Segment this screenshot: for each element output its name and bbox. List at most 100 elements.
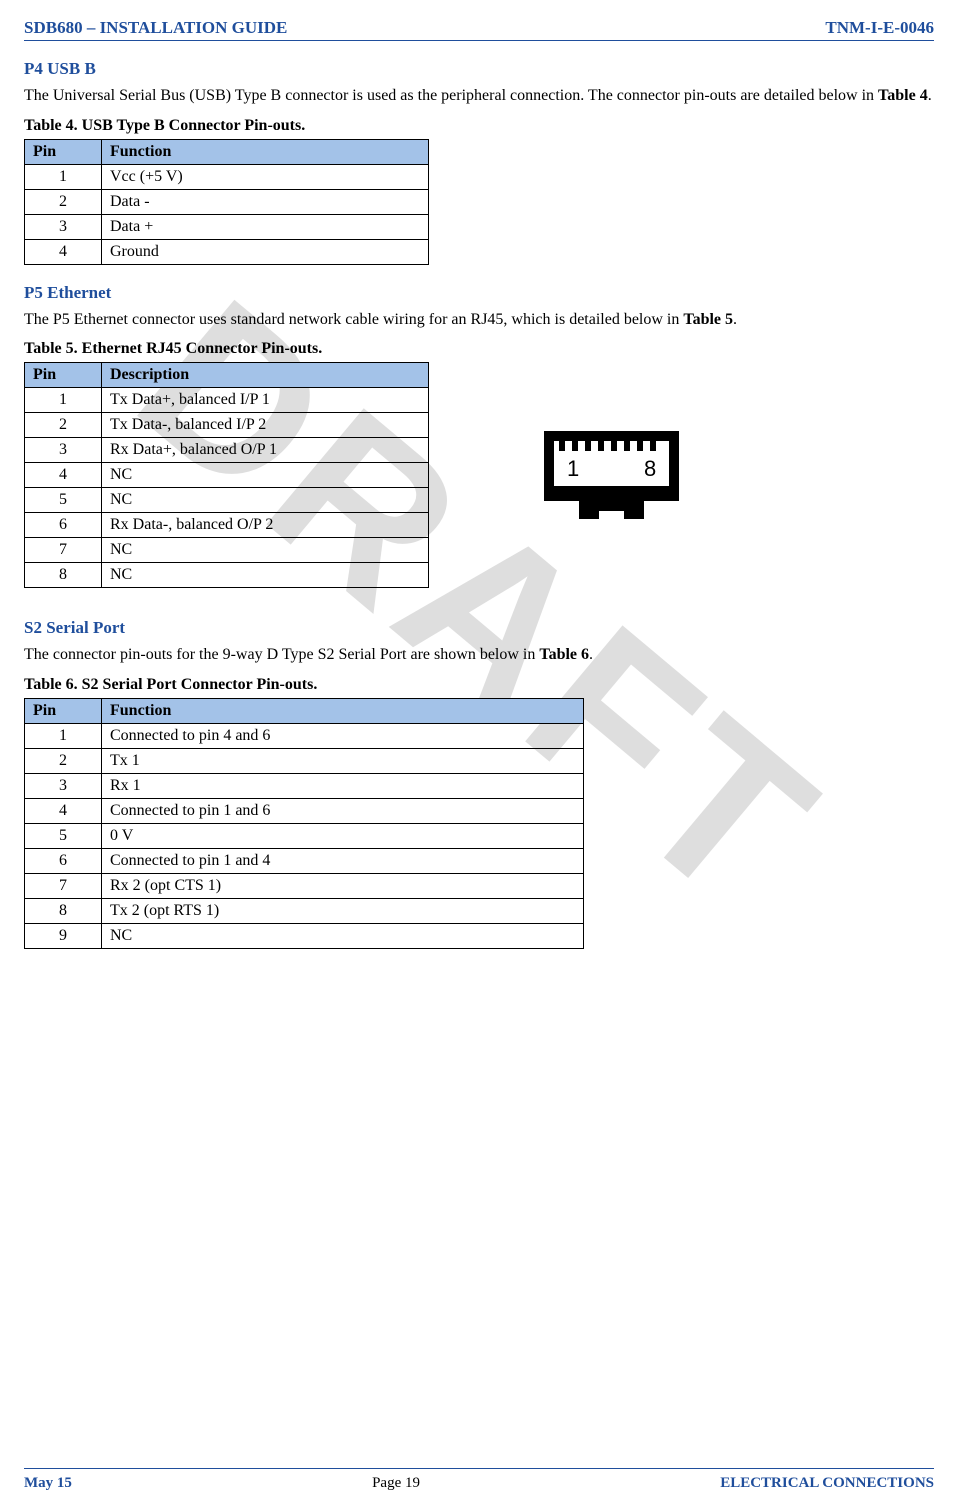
table-row: 1Connected to pin 4 and 6 [25, 723, 584, 748]
pin-cell: 2 [25, 189, 102, 214]
table-row: 6Connected to pin 1 and 4 [25, 848, 584, 873]
pin-cell: 7 [25, 538, 102, 563]
pin-cell: 3 [25, 438, 102, 463]
function-cell: Tx 1 [102, 748, 584, 773]
function-cell: Connected to pin 4 and 6 [102, 723, 584, 748]
pin-cell: 4 [25, 463, 102, 488]
pin-cell: 8 [25, 898, 102, 923]
table6: Pin Function 1Connected to pin 4 and 62T… [24, 698, 584, 949]
function-cell: Tx Data+, balanced I/P 1 [102, 388, 429, 413]
table-row: 6Rx Data-, balanced O/P 2 [25, 513, 429, 538]
table-row: 9NC [25, 923, 584, 948]
function-cell: Rx 2 (opt CTS 1) [102, 873, 584, 898]
pin-cell: 3 [25, 773, 102, 798]
footer-right: ELECTRICAL CONNECTIONS [720, 1475, 934, 1492]
function-cell: NC [102, 488, 429, 513]
table-row: 1Tx Data+, balanced I/P 1 [25, 388, 429, 413]
function-cell: Rx Data+, balanced O/P 1 [102, 438, 429, 463]
table6-body: 1Connected to pin 4 and 62Tx 13Rx 14Conn… [25, 723, 584, 948]
table-row: 1Vcc (+5 V) [25, 164, 429, 189]
pin-cell: 2 [25, 413, 102, 438]
rj45-connector-icon: 1 8 [539, 426, 684, 536]
text: . [733, 311, 737, 328]
function-cell: Rx Data-, balanced O/P 2 [102, 513, 429, 538]
section-eth-para: The P5 Ethernet connector uses standard … [24, 309, 934, 331]
table4: Pin Function 1Vcc (+5 V)2Data -3Data +4G… [24, 139, 429, 265]
section-heading-usb: P4 USB B [24, 59, 934, 79]
text: . [928, 87, 932, 104]
pin-cell: 1 [25, 388, 102, 413]
section-serial-para: The connector pin-outs for the 9-way D T… [24, 644, 934, 666]
text: The Universal Serial Bus (USB) Type B co… [24, 87, 878, 104]
table5: Pin Description 1Tx Data+, balanced I/P … [24, 362, 429, 588]
function-cell: Connected to pin 1 and 4 [102, 848, 584, 873]
table-ref-4: Table 4 [878, 87, 928, 104]
table-row: 4Ground [25, 239, 429, 264]
text: . [589, 646, 593, 663]
pin-cell: 1 [25, 723, 102, 748]
section-heading-ethernet: P5 Ethernet [24, 283, 934, 303]
pin-cell: 6 [25, 848, 102, 873]
table6-head-func: Function [102, 698, 584, 723]
function-cell: Data + [102, 214, 429, 239]
function-cell: NC [102, 563, 429, 588]
function-cell: Tx Data-, balanced I/P 2 [102, 413, 429, 438]
table4-head-pin: Pin [25, 139, 102, 164]
table-row: 3Data + [25, 214, 429, 239]
table6-caption: Table 6. S2 Serial Port Connector Pin-ou… [24, 676, 934, 694]
function-cell: NC [102, 923, 584, 948]
section-usb-para: The Universal Serial Bus (USB) Type B co… [24, 85, 934, 107]
svg-text:8: 8 [644, 456, 656, 481]
text: The connector pin-outs for the 9-way D T… [24, 646, 539, 663]
table5-head-func: Description [102, 363, 429, 388]
pin-cell: 3 [25, 214, 102, 239]
pin-cell: 5 [25, 823, 102, 848]
function-cell: Rx 1 [102, 773, 584, 798]
pin-cell: 1 [25, 164, 102, 189]
table-row: 7NC [25, 538, 429, 563]
table-ref-5: Table 5 [683, 311, 733, 328]
table-row: 8NC [25, 563, 429, 588]
pin-cell: 4 [25, 798, 102, 823]
page-header: SDB680 – INSTALLATION GUIDE TNM-I-E-0046 [24, 18, 934, 41]
function-cell: Tx 2 (opt RTS 1) [102, 898, 584, 923]
table-row: 4NC [25, 463, 429, 488]
header-right: TNM-I-E-0046 [825, 18, 934, 38]
table6-head-pin: Pin [25, 698, 102, 723]
table-row: 2Tx 1 [25, 748, 584, 773]
table-row: 7Rx 2 (opt CTS 1) [25, 873, 584, 898]
table-row: 5NC [25, 488, 429, 513]
table-row: 4Connected to pin 1 and 6 [25, 798, 584, 823]
table-row: 3Rx 1 [25, 773, 584, 798]
function-cell: NC [102, 538, 429, 563]
footer-center: Page 19 [372, 1475, 420, 1492]
table5-body: 1Tx Data+, balanced I/P 12Tx Data-, bala… [25, 388, 429, 588]
table-row: 8Tx 2 (opt RTS 1) [25, 898, 584, 923]
pin-cell: 9 [25, 923, 102, 948]
function-cell: 0 V [102, 823, 584, 848]
function-cell: NC [102, 463, 429, 488]
table4-head-func: Function [102, 139, 429, 164]
table5-head-pin: Pin [25, 363, 102, 388]
table-row: 2Data - [25, 189, 429, 214]
pin-cell: 6 [25, 513, 102, 538]
pin-cell: 4 [25, 239, 102, 264]
header-left: SDB680 – INSTALLATION GUIDE [24, 18, 287, 38]
function-cell: Connected to pin 1 and 6 [102, 798, 584, 823]
table-ref-6: Table 6 [539, 646, 589, 663]
table-row: 50 V [25, 823, 584, 848]
table-row: 2Tx Data-, balanced I/P 2 [25, 413, 429, 438]
pin-cell: 8 [25, 563, 102, 588]
function-cell: Ground [102, 239, 429, 264]
pin-cell: 2 [25, 748, 102, 773]
page-footer: May 15 Page 19 ELECTRICAL CONNECTIONS [24, 1468, 934, 1492]
pin-cell: 5 [25, 488, 102, 513]
pin-cell: 7 [25, 873, 102, 898]
section-heading-serial: S2 Serial Port [24, 618, 934, 638]
function-cell: Vcc (+5 V) [102, 164, 429, 189]
svg-text:1: 1 [567, 456, 579, 481]
table5-caption: Table 5. Ethernet RJ45 Connector Pin-out… [24, 340, 934, 358]
table-row: 3Rx Data+, balanced O/P 1 [25, 438, 429, 463]
table4-body: 1Vcc (+5 V)2Data -3Data +4Ground [25, 164, 429, 264]
table4-caption: Table 4. USB Type B Connector Pin-outs. [24, 117, 934, 135]
